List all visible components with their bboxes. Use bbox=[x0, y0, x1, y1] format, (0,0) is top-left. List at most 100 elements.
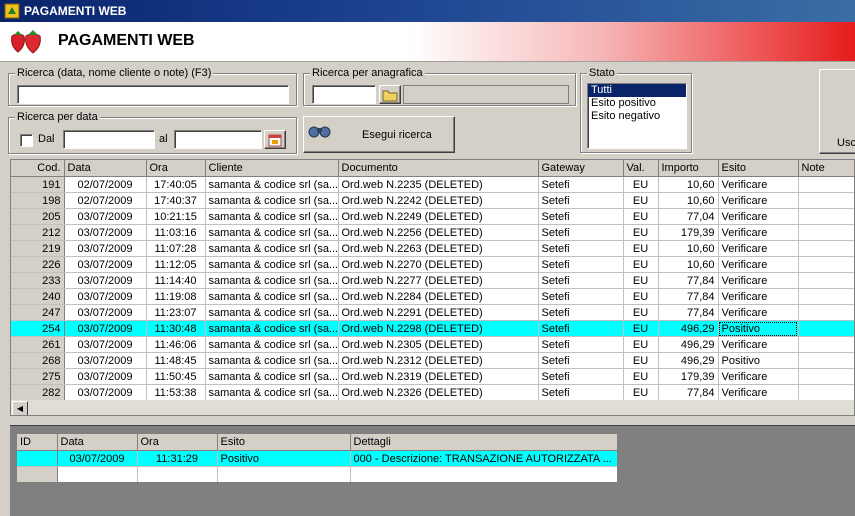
cell-val[interactable]: EU bbox=[623, 320, 659, 337]
cell-note[interactable] bbox=[798, 192, 854, 209]
cell-documento[interactable]: Ord.web N.2249 (DELETED) bbox=[338, 208, 539, 225]
cell-val[interactable]: EU bbox=[623, 288, 659, 305]
cell-gateway[interactable]: Setefi bbox=[538, 192, 624, 209]
cell-gateway[interactable]: Setefi bbox=[538, 208, 624, 225]
cell-val[interactable]: EU bbox=[623, 352, 659, 369]
cell-ora[interactable]: 11:07:28 bbox=[146, 240, 206, 257]
cell-importo[interactable]: 10,60 bbox=[658, 256, 719, 273]
cell-esito[interactable]: Verificare bbox=[718, 304, 799, 321]
cell-documento[interactable]: Ord.web N.2326 (DELETED) bbox=[338, 384, 539, 401]
cell-note[interactable] bbox=[798, 176, 854, 193]
detail-cell-data[interactable]: 03/07/2009 bbox=[57, 450, 138, 467]
cell-esito[interactable]: Verificare bbox=[718, 224, 799, 241]
cell-note[interactable] bbox=[798, 368, 854, 385]
detail-column-header[interactable]: ID bbox=[17, 434, 58, 451]
cell-gateway[interactable]: Setefi bbox=[538, 336, 624, 353]
cell-esito[interactable]: Positivo bbox=[718, 352, 799, 369]
detail-cell-dettagli[interactable]: 000 - Descrizione: TRANSAZIONE AUTORIZZA… bbox=[350, 450, 617, 467]
cell-cod[interactable]: 282 bbox=[11, 384, 65, 401]
stato-listbox[interactable]: Tutti Esito positivo Esito negativo bbox=[587, 83, 687, 149]
dal-checkbox[interactable] bbox=[20, 134, 33, 147]
cell-val[interactable]: EU bbox=[623, 304, 659, 321]
cell-val[interactable]: EU bbox=[623, 208, 659, 225]
cell-importo[interactable]: 179,39 bbox=[658, 368, 719, 385]
column-header[interactable]: Documento bbox=[338, 160, 539, 177]
cell-val[interactable]: EU bbox=[623, 224, 659, 241]
cell-cod[interactable]: 233 bbox=[11, 272, 65, 289]
cell-gateway[interactable]: Setefi bbox=[538, 272, 624, 289]
cell-esito[interactable]: Positivo bbox=[718, 320, 799, 337]
detail-column-header[interactable]: Data bbox=[57, 434, 138, 451]
stato-option[interactable]: Esito positivo bbox=[588, 97, 686, 110]
cell-gateway[interactable]: Setefi bbox=[538, 320, 624, 337]
cell-documento[interactable]: Ord.web N.2242 (DELETED) bbox=[338, 192, 539, 209]
detail-cell-esito[interactable]: Positivo bbox=[217, 450, 351, 467]
text-search-input[interactable] bbox=[17, 85, 289, 104]
cell-ora[interactable]: 11:30:48 bbox=[146, 320, 206, 337]
cell-cliente[interactable]: samanta & codice srl (sa... bbox=[205, 192, 339, 209]
cell-val[interactable]: EU bbox=[623, 176, 659, 193]
cell-ora[interactable]: 11:19:08 bbox=[146, 288, 206, 305]
cell-data[interactable]: 03/07/2009 bbox=[64, 208, 147, 225]
table-row[interactable]: 226 03/07/2009 11:12:05 samanta & codice sr… bbox=[11, 256, 854, 273]
cell-cliente[interactable]: samanta & codice srl (sa... bbox=[205, 240, 339, 257]
cell-documento[interactable]: Ord.web N.2312 (DELETED) bbox=[338, 352, 539, 369]
table-row[interactable]: 233 03/07/2009 11:14:40 samanta & codice sr… bbox=[11, 272, 854, 289]
cell-importo[interactable]: 77,84 bbox=[658, 272, 719, 289]
cell-documento[interactable]: Ord.web N.2256 (DELETED) bbox=[338, 224, 539, 241]
cell-importo[interactable]: 496,29 bbox=[658, 352, 719, 369]
cell-documento[interactable]: Ord.web N.2263 (DELETED) bbox=[338, 240, 539, 257]
cell-importo[interactable]: 77,04 bbox=[658, 208, 719, 225]
table-row[interactable]: 219 03/07/2009 11:07:28 samanta & codice sr… bbox=[11, 240, 854, 257]
cell-data[interactable]: 03/07/2009 bbox=[64, 336, 147, 353]
cell-cliente[interactable]: samanta & codice srl (sa... bbox=[205, 176, 339, 193]
cell-esito[interactable]: Verificare bbox=[718, 288, 799, 305]
stato-option[interactable]: Esito negativo bbox=[588, 110, 686, 123]
window-title-bar[interactable]: PAGAMENTI WEB bbox=[0, 0, 855, 22]
column-header[interactable]: Data bbox=[64, 160, 147, 177]
cell-gateway[interactable]: Setefi bbox=[538, 352, 624, 369]
cell-ora[interactable]: 11:23:07 bbox=[146, 304, 206, 321]
cell-esito[interactable]: Verificare bbox=[718, 256, 799, 273]
cell-cliente[interactable]: samanta & codice srl (sa... bbox=[205, 272, 339, 289]
cell-note[interactable] bbox=[798, 256, 854, 273]
cell-documento[interactable]: Ord.web N.2270 (DELETED) bbox=[338, 256, 539, 273]
detail-column-header[interactable]: Esito bbox=[217, 434, 351, 451]
cell-importo[interactable]: 179,39 bbox=[658, 224, 719, 241]
cell-val[interactable]: EU bbox=[623, 256, 659, 273]
run-search-button[interactable]: Esegui ricerca bbox=[303, 116, 455, 153]
table-row[interactable]: 254 03/07/2009 11:30:48 samanta & codice sr… bbox=[11, 320, 854, 337]
cell-importo[interactable]: 77,84 bbox=[658, 288, 719, 305]
cell-esito[interactable]: Verificare bbox=[718, 176, 799, 193]
column-header[interactable]: Ora bbox=[146, 160, 206, 177]
detail-cell-dettagli[interactable] bbox=[350, 466, 617, 482]
table-row[interactable]: 205 03/07/2009 10:21:15 samanta & codice sr… bbox=[11, 208, 854, 225]
cell-importo[interactable]: 10,60 bbox=[658, 192, 719, 209]
cell-importo[interactable]: 77,84 bbox=[658, 384, 719, 401]
cell-note[interactable] bbox=[798, 240, 854, 257]
cell-note[interactable] bbox=[798, 224, 854, 241]
cell-documento[interactable]: Ord.web N.2305 (DELETED) bbox=[338, 336, 539, 353]
cell-data[interactable]: 03/07/2009 bbox=[64, 272, 147, 289]
detail-cell-esito[interactable] bbox=[217, 466, 351, 482]
cell-cod[interactable]: 219 bbox=[11, 240, 65, 257]
cell-gateway[interactable]: Setefi bbox=[538, 288, 624, 305]
column-header[interactable]: Gateway bbox=[538, 160, 624, 177]
cell-data[interactable]: 02/07/2009 bbox=[64, 192, 147, 209]
cell-cod[interactable]: 275 bbox=[11, 368, 65, 385]
al-date-input[interactable] bbox=[174, 130, 262, 149]
detail-cell-ora[interactable]: 11:31:29 bbox=[137, 450, 218, 467]
cell-ora[interactable]: 11:46:06 bbox=[146, 336, 206, 353]
cell-cliente[interactable]: samanta & codice srl (sa... bbox=[205, 304, 339, 321]
cell-cod[interactable]: 198 bbox=[11, 192, 65, 209]
detail-cell-data[interactable] bbox=[57, 466, 138, 482]
cell-esito[interactable]: Verificare bbox=[718, 240, 799, 257]
cell-gateway[interactable]: Setefi bbox=[538, 304, 624, 321]
cell-documento[interactable]: Ord.web N.2298 (DELETED) bbox=[338, 320, 539, 337]
detail-cell-id[interactable] bbox=[17, 450, 58, 467]
payments-grid[interactable]: Cod. Data Ora Cliente Documento Gateway Val. Im… bbox=[10, 159, 855, 416]
cell-cod[interactable]: 205 bbox=[11, 208, 65, 225]
cell-note[interactable] bbox=[798, 288, 854, 305]
cell-ora[interactable]: 11:03:16 bbox=[146, 224, 206, 241]
cell-documento[interactable]: Ord.web N.2277 (DELETED) bbox=[338, 272, 539, 289]
